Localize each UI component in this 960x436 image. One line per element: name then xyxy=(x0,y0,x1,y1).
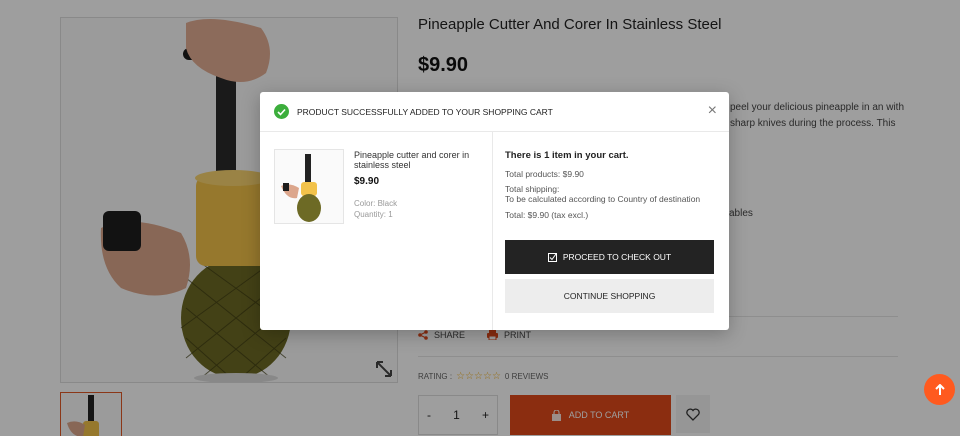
arrow-up-icon xyxy=(934,383,945,395)
modal-product-image xyxy=(274,149,344,224)
modal-header: PRODUCT SUCCESSFULLY ADDED TO YOUR SHOPP… xyxy=(260,92,729,132)
modal-product-panel: Pineapple cutter and corer in stainless … xyxy=(260,132,493,330)
product-page: Pineapple Cutter And Corer In Stainless … xyxy=(0,0,960,436)
cart-modal: PRODUCT SUCCESSFULLY ADDED TO YOUR SHOPP… xyxy=(260,92,729,330)
modal-cart-summary: There is 1 item in your cart. Total prod… xyxy=(505,132,719,330)
modal-product-attributes: Color: Black Quantity: 1 xyxy=(354,198,397,220)
checkbox-icon xyxy=(547,252,557,262)
proceed-to-checkout-button[interactable]: PROCEED TO CHECK OUT xyxy=(505,240,714,274)
modal-product-name: Pineapple cutter and corer in stainless … xyxy=(354,150,470,170)
product-color: Color: Black xyxy=(354,199,398,208)
close-icon[interactable]: × xyxy=(708,103,717,119)
product-quantity: Quantity: 1 xyxy=(354,210,393,219)
total-shipping-value: To be calculated according to Country of… xyxy=(505,194,701,204)
modal-title: PRODUCT SUCCESSFULLY ADDED TO YOUR SHOPP… xyxy=(297,106,553,117)
check-circle-icon xyxy=(274,104,289,119)
cart-count: There is 1 item in your cart. xyxy=(505,150,629,161)
continue-shopping-button[interactable]: CONTINUE SHOPPING xyxy=(505,279,714,313)
back-to-top-button[interactable] xyxy=(924,374,955,405)
checkout-label: PROCEED TO CHECK OUT xyxy=(562,252,672,262)
total-price: Total: $9.90 (tax excl.) xyxy=(505,210,589,220)
modal-product-price: $9.90 xyxy=(354,176,380,187)
total-products: Total products: $9.90 xyxy=(505,169,584,179)
total-shipping-label: Total shipping: xyxy=(505,184,560,194)
